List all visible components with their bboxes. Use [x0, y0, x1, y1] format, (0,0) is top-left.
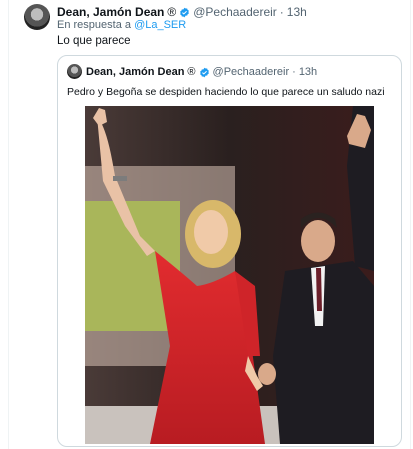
- quoted-author-flag: ®: [187, 66, 196, 78]
- quoted-author-avatar[interactable]: [67, 64, 82, 79]
- reply-to-link[interactable]: @La_SER: [134, 19, 186, 31]
- quoted-author-name[interactable]: Dean, Jamón Dean: [86, 66, 184, 78]
- quoted-author-handle[interactable]: @Pechaadereir: [213, 66, 290, 78]
- author-avatar[interactable]: [24, 4, 50, 30]
- reply-prefix: En respuesta a: [57, 19, 131, 31]
- author-name[interactable]: Dean, Jamón Dean: [57, 5, 164, 19]
- timeline-border-right: [410, 0, 411, 449]
- quoted-tweet-header: Dean, Jamón Dean ® @Pechaadereir · 13h: [86, 66, 317, 78]
- quoted-tweet-text: Pedro y Begoña se despiden haciendo lo q…: [67, 86, 385, 98]
- quoted-tweet-card[interactable]: Dean, Jamón Dean ® @Pechaadereir · 13h P…: [57, 55, 402, 447]
- separator-dot: ·: [279, 5, 284, 19]
- tweet-timestamp[interactable]: 13h: [287, 5, 307, 19]
- timeline-border-left: [8, 0, 9, 449]
- separator-dot: ·: [292, 66, 296, 78]
- author-handle[interactable]: @Pechaadereir: [193, 5, 277, 19]
- reply-context: En respuesta a @La_SER: [57, 19, 186, 31]
- tweet-header: Dean, Jamón Dean ® @Pechaadereir · 13h: [57, 5, 307, 19]
- tweet-text: Lo que parece: [57, 35, 131, 47]
- verified-badge-icon: [199, 67, 209, 77]
- quoted-tweet-photo[interactable]: [85, 106, 374, 444]
- verified-badge-icon: [180, 7, 190, 17]
- photo-illustration: [85, 106, 374, 444]
- quoted-tweet-timestamp[interactable]: 13h: [299, 66, 317, 78]
- author-flag: ®: [167, 5, 177, 19]
